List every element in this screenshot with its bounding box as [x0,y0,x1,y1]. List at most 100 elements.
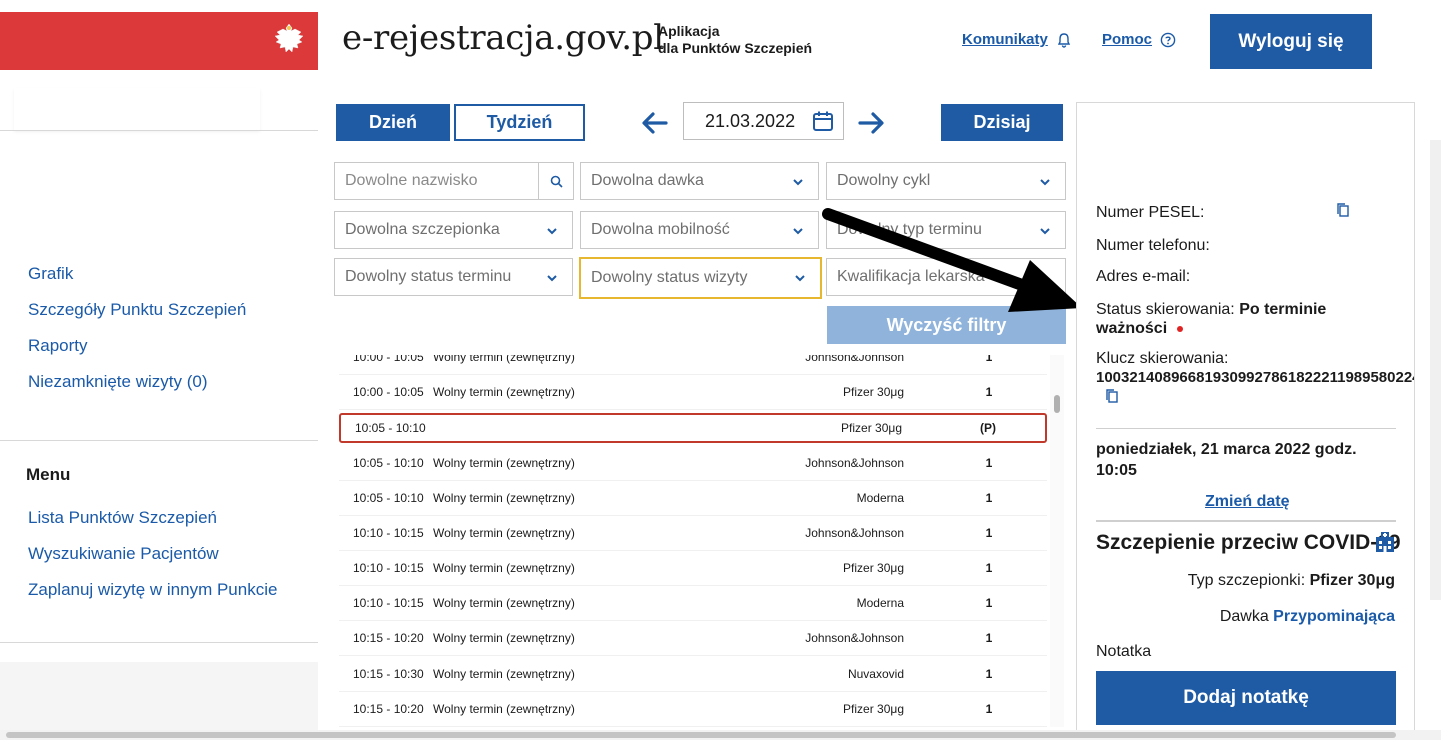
menu-heading: Menu [26,465,71,484]
horizontal-scrollbar[interactable] [0,730,1441,740]
sidebar-item-wyszukiwanie[interactable]: Wyszukiwanie Pacjentów [28,544,219,564]
slot-count: 1 [985,631,993,645]
copy-icon[interactable] [1105,388,1119,404]
cycle-select[interactable]: Dowolny cykl [826,162,1066,200]
table-scrollbar[interactable] [1050,355,1064,727]
vaccine-type-label: Typ szczepionki: [1187,572,1306,589]
calendar-icon[interactable] [811,109,835,133]
email-label: Adres e-mail: [1096,268,1191,285]
chevron-down-icon [547,228,557,235]
slot-count: 1 [985,561,993,575]
search-input[interactable]: Dowolne nazwisko [334,162,539,200]
slot-vaccine: Johnson&Johnson [805,355,904,364]
table-row[interactable]: 10:15 - 10:20 Wolny termin (zewnętrzny) Pf… [339,692,1047,727]
slot-vaccine: Pfizer 30μg [843,702,904,716]
chevron-down-icon [1040,179,1050,186]
dose-select-value: Dowolna dawka [591,172,704,189]
table-row[interactable]: 10:10 - 10:15 Wolny termin (zewnętrzny) Pf… [339,551,1047,586]
slot-vaccine: Pfizer 30μg [841,421,902,435]
slot-count: (P) [980,421,996,435]
slot-count: 1 [985,456,993,470]
phone-label: Numer telefonu: [1096,237,1210,254]
slot-type: Wolny termin (zewnętrzny) [433,355,575,364]
pomoc-link[interactable]: Pomoc [1102,31,1176,48]
slot-count: 1 [985,702,993,716]
panel-divider [1096,520,1396,522]
komunikaty-label: Komunikaty [962,31,1048,48]
slot-vaccine: Pfizer 30μg [843,561,904,575]
term-status-select-value: Dowolny status terminu [345,268,512,285]
dose-label: Dawka [1219,608,1269,625]
table-row[interactable]: 10:05 - 10:10 Wolny termin (zewnętrzny) Mo… [339,481,1047,516]
slot-type: Wolny termin (zewnętrzny) [433,456,575,470]
slot-vaccine: Johnson&Johnson [805,456,904,470]
note-label: Notatka [1096,643,1152,660]
appointment-date-line2: 10:05 [1096,462,1137,479]
table-row[interactable]: 10:15 - 10:20 Wolny termin (zewnętrzny) Jo… [339,621,1047,656]
site-title[interactable]: e-rejestracja.gov.pl [342,18,664,58]
change-date-link[interactable]: Zmień datę [1205,493,1289,511]
chevron-down-icon [547,275,557,282]
qualification-select[interactable]: Kwalifikacja lekarska [826,258,1066,296]
table-row-selected[interactable]: 10:05 - 10:10 Pfizer 30μg (P) [339,413,1047,443]
copy-icon[interactable] [1336,202,1350,218]
slot-time: 10:00 - 10:05 [353,385,424,399]
sidebar: Grafik Szczegóły Punktu Szczepień Raport… [0,88,318,663]
slot-time: 10:10 - 10:15 [353,526,424,540]
add-note-button[interactable]: Dodaj notatkę [1096,671,1396,725]
slot-time: 10:15 - 10:30 [353,667,424,681]
dose-value: Przypominająca [1273,608,1395,625]
appointment-date-line1: poniedziałek, 21 marca 2022 godz. [1096,441,1357,458]
table-row[interactable]: 10:10 - 10:15 Wolny termin (zewnętrzny) Mo… [339,586,1047,621]
arrow-right-icon[interactable] [856,108,886,138]
table-row[interactable]: 10:15 - 10:30 Wolny termin (zewnętrzny) Nu… [339,657,1047,692]
slot-count: 1 [985,526,993,540]
visit-status-select[interactable]: Dowolny status wizyty [579,257,822,299]
vaccine-select[interactable]: Dowolna szczepionka [334,211,573,249]
clear-filters-button[interactable]: Wyczyść filtry [827,306,1066,344]
panel-divider [1096,428,1396,429]
sidebar-item-zaplanuj[interactable]: Zaplanuj wizytę w innym Punkcie [28,580,277,600]
sidebar-item-lista-punktow[interactable]: Lista Punktów Szczepień [28,508,217,528]
komunikaty-link[interactable]: Komunikaty [962,31,1072,48]
slot-time: 10:05 - 10:10 [355,421,426,435]
slot-time: 10:15 - 10:20 [353,631,424,645]
table-row[interactable]: 10:10 - 10:15 Wolny termin (zewnętrzny) Jo… [339,516,1047,551]
vaccine-type-value: Pfizer 30μg [1309,572,1395,589]
slot-time: 10:00 - 10:05 [353,355,424,364]
appointment-details-panel: Numer PESEL: Numer telefonu: Adres e-mai… [1076,102,1415,740]
today-button[interactable]: Dzisiaj [941,104,1063,141]
slot-count: 1 [985,355,993,364]
table-row[interactable]: 10:00 - 10:05 Wolny termin (zewnętrzny) Pf… [339,375,1047,410]
dose-info: Dawka Przypominająca [1220,608,1395,626]
slot-vaccine: Nuvaxovid [847,667,904,681]
table-row[interactable]: 10:05 - 10:10 Wolny termin (zewnętrzny) Jo… [339,446,1047,481]
tab-day[interactable]: Dzień [336,104,450,141]
slot-count: 1 [985,385,993,399]
hospital-icon [1376,532,1394,552]
polish-eagle-icon [274,23,304,53]
arrow-left-icon[interactable] [640,108,670,138]
logout-button[interactable]: Wyloguj się [1210,14,1372,69]
referral-key-label: Klucz skierowania: [1096,350,1229,367]
search-button[interactable] [538,162,574,200]
sidebar-item-grafik[interactable]: Grafik [28,264,73,284]
slot-type: Wolny termin (zewnętrzny) [433,526,575,540]
help-icon [1160,32,1176,47]
date-picker[interactable]: 21.03.2022 [683,102,844,140]
page-scrollbar[interactable] [1430,140,1441,600]
scrollbar-thumb[interactable] [6,732,1396,738]
term-status-select[interactable]: Dowolny status terminu [334,258,573,296]
sidebar-item-raporty[interactable]: Raporty [28,336,88,356]
schedule-table: 10:00 - 10:05 Wolny termin (zewnętrzny) Jo… [336,355,1050,727]
mobility-select[interactable]: Dowolna mobilność [580,211,819,249]
sidebar-item-szczegoly[interactable]: Szczegóły Punktu Szczepień [28,300,246,320]
tab-week[interactable]: Tydzień [454,104,585,141]
sidebar-item-niezamkniete[interactable]: Niezamknięte wizyty (0) [28,372,208,392]
table-row[interactable]: 10:00 - 10:05 Wolny termin (zewnętrzny) Jo… [339,355,1047,375]
dose-select[interactable]: Dowolna dawka [580,162,819,200]
scrollbar-thumb[interactable] [1054,395,1060,413]
term-type-select[interactable]: Dowolny typ terminu [826,211,1066,249]
term-type-select-value: Dowolny typ terminu [837,221,982,238]
referral-key-value: 1003214089668193099278618222119895802243… [1096,369,1415,386]
